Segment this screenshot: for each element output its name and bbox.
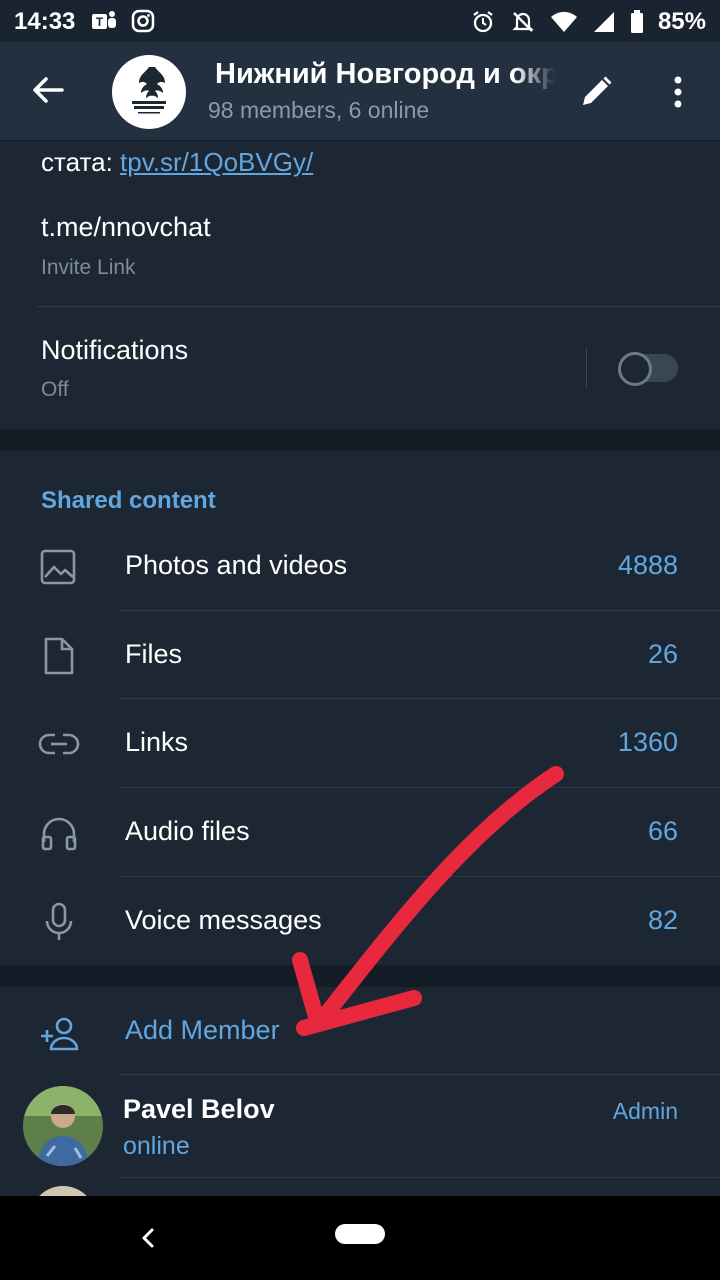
signal-icon bbox=[593, 12, 614, 32]
shared-item-label: Links bbox=[125, 727, 189, 757]
invite-link[interactable]: t.me/nnovchat bbox=[41, 212, 211, 243]
mute-icon bbox=[512, 12, 534, 32]
member-name: Pavel Belov bbox=[123, 1094, 275, 1124]
edit-pencil-icon[interactable] bbox=[576, 72, 616, 112]
section-gap bbox=[0, 429, 720, 451]
vertical-separator bbox=[586, 348, 587, 388]
invite-link-caption: Invite Link bbox=[41, 256, 136, 279]
link-icon bbox=[38, 733, 80, 755]
microphone-icon bbox=[45, 902, 73, 940]
shared-item-voice[interactable]: Voice messages 82 bbox=[0, 877, 720, 965]
status-bar: 14:33 T 85% bbox=[0, 0, 720, 42]
toggle-knob bbox=[618, 352, 652, 386]
battery-percent: 85% bbox=[657, 8, 706, 35]
notifications-label[interactable]: Notifications bbox=[41, 335, 188, 366]
teams-icon: T bbox=[92, 11, 116, 29]
photo-icon bbox=[40, 549, 76, 585]
section-gap bbox=[0, 965, 720, 987]
chat-title[interactable]: Нижний Новгород и округа bbox=[215, 58, 555, 94]
city-logo-icon bbox=[132, 67, 166, 114]
shared-content-heading: Shared content bbox=[41, 487, 216, 514]
headphones-icon bbox=[41, 817, 77, 851]
shared-item-photos[interactable]: Photos and videos 4888 bbox=[0, 522, 720, 610]
member-status: online bbox=[123, 1132, 190, 1160]
instagram-icon bbox=[131, 9, 155, 33]
shared-item-label: Photos and videos bbox=[125, 550, 348, 580]
notifications-value: Off bbox=[41, 378, 69, 401]
member-avatar bbox=[23, 1086, 103, 1166]
shared-item-label: Audio files bbox=[125, 816, 250, 846]
alarm-icon bbox=[473, 11, 493, 33]
shared-item-audio[interactable]: Audio files 66 bbox=[0, 788, 720, 876]
nav-back-icon[interactable] bbox=[132, 1220, 162, 1256]
chat-subtitle: 98 members, 6 online bbox=[208, 97, 430, 123]
shared-item-count: 82 bbox=[647, 905, 678, 935]
notifications-toggle[interactable] bbox=[618, 352, 678, 386]
shared-item-count: 66 bbox=[647, 816, 678, 846]
description-link[interactable]: tpv.sr/1QoBVGy/ bbox=[120, 147, 313, 177]
divider bbox=[120, 1177, 720, 1178]
svg-text:T: T bbox=[96, 15, 104, 29]
shared-item-links[interactable]: Links 1360 bbox=[0, 699, 720, 787]
info-section bbox=[0, 141, 720, 429]
shared-item-label: Voice messages bbox=[125, 905, 322, 935]
add-member-button[interactable]: Add Member bbox=[0, 987, 720, 1075]
add-member-label: Add Member bbox=[125, 1015, 280, 1045]
shared-item-files[interactable]: Files 26 bbox=[0, 611, 720, 699]
status-time: 14:33 bbox=[14, 8, 76, 35]
divider bbox=[120, 1074, 720, 1075]
file-icon bbox=[44, 637, 74, 675]
add-user-icon bbox=[41, 1017, 79, 1051]
nav-home-pill[interactable] bbox=[335, 1224, 385, 1244]
back-arrow-icon[interactable] bbox=[26, 68, 70, 112]
member-role-badge: Admin bbox=[612, 1098, 678, 1124]
group-description: стата: tpv.sr/1QoBVGy/ bbox=[41, 147, 314, 177]
member-row[interactable]: Pavel Belov online Admin bbox=[0, 1078, 720, 1178]
shared-item-count: 26 bbox=[647, 639, 678, 669]
wifi-icon bbox=[550, 11, 577, 32]
system-nav-bar bbox=[0, 1196, 720, 1280]
shared-item-label: Files bbox=[125, 639, 183, 669]
more-options-icon[interactable] bbox=[660, 72, 696, 112]
shared-item-count: 1360 bbox=[617, 727, 678, 757]
chat-header: Нижний Новгород и округа 98 members, 6 o… bbox=[0, 42, 720, 141]
shared-item-count: 4888 bbox=[617, 550, 678, 580]
divider bbox=[37, 306, 720, 307]
battery-icon bbox=[630, 10, 643, 33]
group-avatar[interactable] bbox=[112, 55, 186, 129]
